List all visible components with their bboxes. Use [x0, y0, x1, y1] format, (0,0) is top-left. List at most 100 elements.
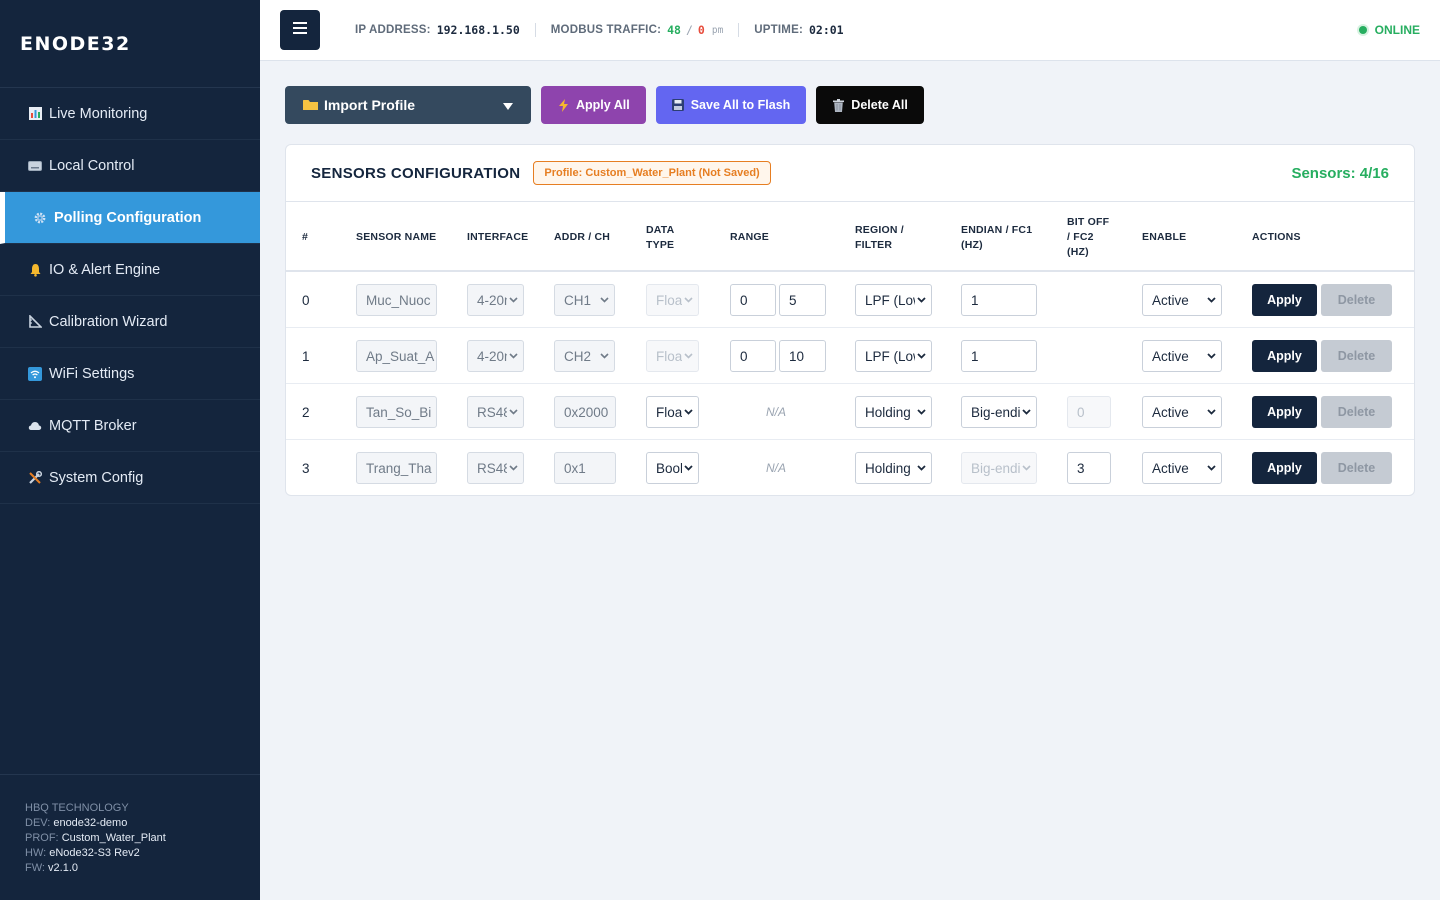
sidebar-item-calibration-wizard[interactable]: Calibration Wizard	[0, 296, 260, 348]
import-profile-select[interactable]: Import Profile	[285, 86, 531, 124]
register-region-value: Holding (	[865, 460, 915, 476]
sidebar-item-live-monitoring[interactable]: Live Monitoring	[0, 88, 260, 140]
table-row: 1 Ap_Suat_A 4-20mA CH2 Float 0 10 LPF (L…	[286, 328, 1414, 384]
sensor-name-input[interactable]: Ap_Suat_A	[356, 340, 437, 372]
sidebar-item-io-alert-engine[interactable]: IO & Alert Engine	[0, 244, 260, 296]
range-min-input[interactable]: 0	[730, 284, 776, 316]
data-type-select[interactable]: Bool	[646, 452, 699, 484]
chevron-down-icon	[682, 350, 694, 362]
range-min-input[interactable]: 0	[730, 340, 776, 372]
enable-value: Active	[1152, 348, 1189, 364]
col-actions: ACTIONS	[1252, 231, 1301, 243]
menu-toggle-button[interactable]	[280, 10, 320, 50]
card-header: SENSORS CONFIGURATION Profile: Custom_Wa…	[286, 145, 1414, 202]
fc1-input[interactable]: 1	[961, 340, 1037, 372]
data-type-select[interactable]: Float	[646, 284, 699, 316]
trash-icon	[832, 98, 845, 112]
action-toolbar: Import Profile Apply All Save All to Fla…	[285, 86, 924, 124]
register-region-select[interactable]: Holding (	[855, 396, 932, 428]
delete-row-button[interactable]: Delete	[1321, 396, 1392, 428]
enable-select[interactable]: Active	[1142, 340, 1222, 372]
channel-select[interactable]: CH1	[554, 284, 615, 316]
delete-all-button[interactable]: Delete All	[816, 86, 924, 124]
apply-all-button[interactable]: Apply All	[541, 86, 646, 124]
range-max-input[interactable]: 5	[779, 284, 826, 316]
bit-offset-input[interactable]: 0	[1067, 396, 1111, 428]
gear-icon	[33, 211, 47, 225]
divider	[534, 23, 536, 37]
enable-select[interactable]: Active	[1142, 284, 1222, 316]
delete-row-button[interactable]: Delete	[1321, 284, 1392, 316]
device-info: HBQ TECHNOLOGY DEV: enode32-demo PROF: C…	[0, 774, 260, 900]
col-region-filter: REGION / FILTER	[855, 223, 904, 253]
enable-select[interactable]: Active	[1142, 396, 1222, 428]
traffic-error-value: 0	[697, 23, 705, 37]
sidebar-item-label: Live Monitoring	[49, 105, 148, 122]
fc1-input[interactable]: 1	[961, 284, 1037, 316]
sidebar-item-system-config[interactable]: System Config	[0, 452, 260, 504]
fw-value: v2.1.0	[48, 862, 78, 874]
filter-value: LPF (Low	[865, 292, 915, 308]
row-index: 3	[302, 460, 310, 476]
filter-select[interactable]: LPF (Low	[855, 284, 932, 316]
chevron-down-icon	[598, 294, 610, 306]
col-bit-fc2: BIT OFF / FC2 (HZ)	[1067, 215, 1109, 260]
sensor-name-input[interactable]: Muc_Nuoc	[356, 284, 437, 316]
row-index: 0	[302, 292, 310, 308]
sidebar-item-polling-configuration[interactable]: Polling Configuration	[0, 192, 260, 244]
data-type-select[interactable]: Float	[646, 340, 699, 372]
apply-row-button[interactable]: Apply	[1252, 284, 1317, 316]
card-title: SENSORS CONFIGURATION	[311, 164, 521, 182]
tools-icon	[28, 470, 42, 485]
uptime-label: UPTIME:	[754, 24, 803, 36]
endian-select[interactable]: Big-endian	[961, 452, 1037, 484]
hamburger-icon	[293, 21, 307, 39]
save-all-flash-button[interactable]: Save All to Flash	[655, 86, 807, 124]
sidebar-item-mqtt-broker[interactable]: MQTT Broker	[0, 400, 260, 452]
delete-row-button[interactable]: Delete	[1321, 340, 1392, 372]
modbus-address-input[interactable]: 0x1	[554, 452, 616, 484]
apply-row-button[interactable]: Apply	[1252, 452, 1317, 484]
enable-select[interactable]: Active	[1142, 452, 1222, 484]
sensors-count: Sensors: 4/16	[1291, 164, 1389, 182]
enable-value: Active	[1152, 460, 1189, 476]
modbus-address-input[interactable]: 0x2000	[554, 396, 616, 428]
sensor-name-input[interactable]: Trang_Tha	[356, 452, 437, 484]
row-index: 1	[302, 348, 310, 364]
col-bit-line1: BIT OFF	[1067, 216, 1110, 228]
interface-select[interactable]: 4-20mA	[467, 340, 524, 372]
cloud-icon	[28, 419, 42, 433]
chart-icon	[28, 107, 42, 121]
chevron-down-icon	[1205, 462, 1217, 474]
filter-select[interactable]: LPF (Low	[855, 340, 932, 372]
col-sensor-name: SENSOR NAME	[356, 231, 437, 243]
channel-value: CH1	[564, 292, 592, 308]
filter-value: LPF (Low	[865, 348, 915, 364]
sensor-name-input[interactable]: Tan_So_Bi	[356, 396, 437, 428]
channel-select[interactable]: CH2	[554, 340, 615, 372]
interface-select[interactable]: RS485	[467, 452, 524, 484]
bit-offset-input[interactable]: 3	[1067, 452, 1111, 484]
col-range: RANGE	[730, 231, 769, 243]
register-region-select[interactable]: Holding (	[855, 452, 932, 484]
interface-value: RS485	[477, 460, 507, 476]
apply-row-button[interactable]: Apply	[1252, 396, 1317, 428]
chevron-down-icon	[1020, 462, 1032, 474]
table-row: 2 Tan_So_Bi RS485 0x2000 Float N/A Holdi…	[286, 384, 1414, 440]
col-endian-line1: ENDIAN / FC1	[961, 224, 1033, 236]
sidebar-item-wifi-settings[interactable]: WiFi Settings	[0, 348, 260, 400]
chevron-down-icon	[1205, 406, 1217, 418]
range-max-input[interactable]: 10	[779, 340, 826, 372]
profile-status-badge: Profile: Custom_Water_Plant (Not Saved)	[533, 161, 771, 185]
channel-value: CH2	[564, 348, 592, 364]
delete-row-button[interactable]: Delete	[1321, 452, 1392, 484]
data-type-select[interactable]: Float	[646, 396, 699, 428]
chevron-down-icon	[682, 294, 694, 306]
ip-label: IP ADDRESS:	[355, 24, 431, 36]
endian-select[interactable]: Big-endian	[961, 396, 1037, 428]
apply-row-button[interactable]: Apply	[1252, 340, 1317, 372]
sidebar-item-local-control[interactable]: Local Control	[0, 140, 260, 192]
company-name: HBQ TECHNOLOGY	[25, 802, 129, 814]
interface-select[interactable]: 4-20mA	[467, 284, 524, 316]
interface-select[interactable]: RS485	[467, 396, 524, 428]
